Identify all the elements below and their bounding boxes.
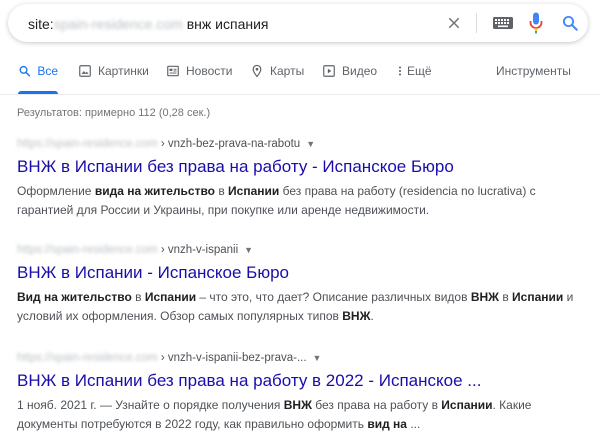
tab-video[interactable]: Видео (322, 64, 377, 94)
result-stats: Результатов: примерно 112 (0,28 сек.) (17, 107, 211, 119)
snippet-text: 1 нояб. 2021 г. — Узнайте о порядке полу… (17, 398, 284, 412)
result-snippet: Вид на жительство в Испании – что это, ч… (17, 288, 592, 326)
search-input[interactable]: site:spain-residence.com внж испания (28, 16, 269, 32)
result-snippet: Оформление вида на жительство в Испании … (17, 182, 592, 220)
snippet-highlight: вида на жительство (94, 184, 215, 198)
tab-label: Карты (270, 64, 305, 78)
result-title-link[interactable]: ВНЖ в Испании без права на работу - Испа… (17, 156, 592, 178)
result-domain: https://spain-residence.com (17, 352, 158, 364)
caret-down-icon[interactable]: ▼ (306, 139, 315, 149)
search-icon[interactable] (561, 14, 579, 32)
result-title-link[interactable]: ВНЖ в Испании без права на работу в 2022… (17, 370, 592, 392)
tab-tools[interactable]: Инструменты (496, 64, 571, 94)
tab-images[interactable]: Картинки (78, 64, 149, 94)
snippet-highlight: ВНЖ (283, 398, 312, 412)
snippet-highlight: ВНЖ (342, 309, 371, 323)
search-box[interactable]: site:spain-residence.com внж испания (8, 4, 588, 42)
result-snippet: 1 нояб. 2021 г. — Узнайте о порядке полу… (17, 396, 592, 434)
query-terms: внж испания (182, 16, 269, 32)
snippet-text: без права на работу в (311, 398, 442, 412)
search-box-divider (476, 13, 477, 33)
snippet-highlight: Испании (512, 290, 564, 304)
result-path: vnzh-v-ispanii (167, 244, 239, 256)
result-breadcrumb[interactable]: https://spain-residence.com › vnzh-v-isp… (17, 350, 592, 366)
newspaper-icon (167, 65, 179, 77)
tab-more[interactable]: Ещё (396, 64, 432, 94)
search-result: https://spain-residence.com › vnzh-bez-p… (17, 136, 592, 220)
result-breadcrumb[interactable]: https://spain-residence.com › vnzh-bez-p… (17, 136, 592, 152)
result-title-link[interactable]: ВНЖ в Испании - Испанское Бюро (17, 262, 592, 284)
breadcrumb-separator: › (157, 244, 168, 256)
breadcrumb-separator: › (157, 352, 168, 364)
caret-down-icon[interactable]: ▼ (313, 353, 322, 363)
tab-label: Новости (186, 64, 233, 78)
snippet-text: – что это, что дает? Описание различных … (196, 290, 471, 304)
breadcrumb-separator: › (157, 138, 168, 150)
tab-label: Видео (342, 64, 378, 78)
search-result: https://spain-residence.com › vnzh-v-isp… (17, 350, 592, 434)
map-pin-icon (252, 64, 262, 78)
keyboard-icon[interactable] (493, 17, 513, 29)
image-icon (79, 65, 91, 77)
tab-maps[interactable]: Карты (250, 64, 304, 94)
snippet-highlight: ВНЖ (470, 290, 499, 304)
snippet-highlight: Вид на жительство (17, 290, 132, 304)
search-icon (19, 65, 31, 77)
tab-label: Инструменты (496, 64, 571, 78)
tabs-divider (0, 94, 600, 95)
query-site-prefix: site: (28, 16, 54, 32)
snippet-text: Оформление (17, 184, 95, 198)
tab-label: Все (37, 64, 58, 78)
query-site-domain: spain-residence.com (53, 16, 183, 32)
snippet-highlight: вид на (367, 417, 407, 431)
close-icon[interactable] (445, 14, 463, 32)
search-result: https://spain-residence.com › vnzh-v-isp… (17, 242, 592, 326)
more-vert-icon (398, 66, 402, 76)
caret-down-icon[interactable]: ▼ (244, 245, 253, 255)
snippet-text: . (370, 309, 374, 323)
search-tabs: Все Картинки Новости Карты Видео Ещё Инс… (0, 64, 600, 94)
result-domain: https://spain-residence.com (17, 138, 158, 150)
snippet-text: в (499, 290, 513, 304)
snippet-text: в (131, 290, 145, 304)
snippet-text: в (215, 184, 229, 198)
play-icon (323, 65, 335, 77)
tab-label: Картинки (98, 64, 149, 78)
tab-label: Ещё (407, 64, 432, 78)
snippet-highlight: Испании (441, 398, 493, 412)
tab-news[interactable]: Новости (166, 64, 232, 94)
microphone-icon[interactable] (529, 12, 543, 34)
result-domain: https://spain-residence.com (17, 244, 158, 256)
snippet-highlight: Испании (144, 290, 197, 304)
tab-all[interactable]: Все (18, 64, 58, 94)
result-path: vnzh-v-ispanii-bez-prava-... (167, 352, 307, 364)
result-path: vnzh-bez-prava-na-rabotu (167, 138, 301, 150)
snippet-highlight: Испании (228, 184, 280, 198)
snippet-text: ... (406, 417, 421, 431)
result-breadcrumb[interactable]: https://spain-residence.com › vnzh-v-isp… (17, 242, 592, 258)
